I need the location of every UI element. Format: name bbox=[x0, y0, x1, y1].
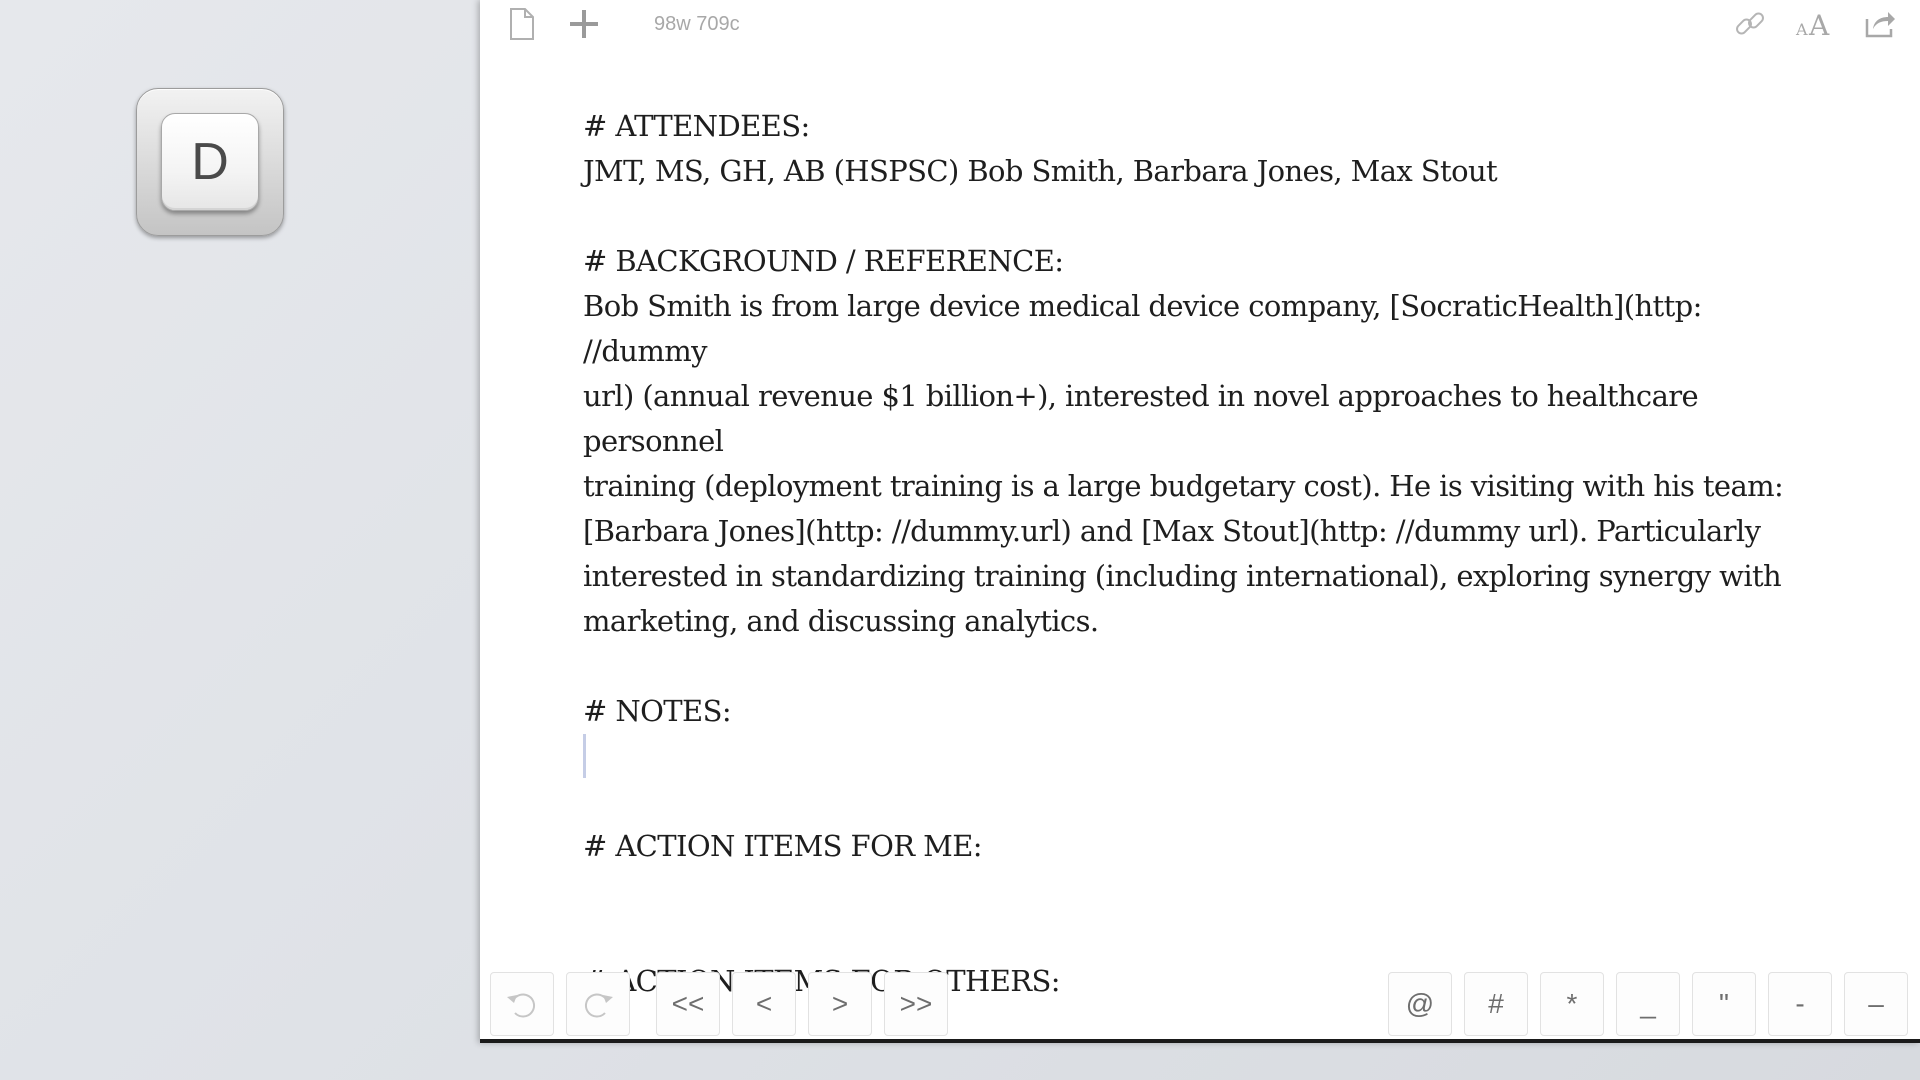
undo-button[interactable] bbox=[490, 972, 554, 1036]
background-line: Bob Smith is from large device medical d… bbox=[583, 289, 1702, 368]
background-line: [Barbara Jones](http: //dummy.url) and [… bbox=[583, 514, 1761, 548]
jump-end-button[interactable]: >> bbox=[884, 972, 948, 1036]
svg-text:A: A bbox=[1795, 20, 1808, 39]
desktop: D 98w 709c A A # ATTENDEES: JMT, MS, GH,… bbox=[0, 0, 1920, 1080]
action-items-me-heading: # ACTION ITEMS FOR ME: bbox=[583, 829, 983, 863]
underscore-symbol-button[interactable]: _ bbox=[1616, 972, 1680, 1036]
asterisk-symbol-button[interactable]: * bbox=[1540, 972, 1604, 1036]
text-size-icon[interactable]: A A bbox=[1794, 6, 1838, 42]
redo-icon bbox=[584, 993, 613, 1018]
quote-symbol-button[interactable]: " bbox=[1692, 972, 1756, 1036]
word-char-counter[interactable]: 98w 709c bbox=[654, 13, 740, 36]
editor-window: 98w 709c A A # ATTENDEES: JMT, MS, GH, A… bbox=[480, 0, 1920, 1043]
notes-heading: # NOTES: bbox=[583, 694, 732, 728]
top-toolbar: 98w 709c A A bbox=[480, 0, 1920, 48]
hyphen-symbol-button[interactable]: - bbox=[1768, 972, 1832, 1036]
document-icon[interactable] bbox=[504, 6, 540, 42]
share-icon[interactable] bbox=[1862, 6, 1898, 42]
undo-icon bbox=[507, 993, 536, 1018]
background-line: interested in standardizing training (in… bbox=[583, 559, 1782, 593]
app-icon-letter: D bbox=[161, 113, 259, 211]
background-line: training (deployment training is a large… bbox=[583, 469, 1784, 503]
background-heading: # BACKGROUND / REFERENCE: bbox=[583, 244, 1064, 278]
bottom-toolbar: << < > >> @ # * _ " - – bbox=[480, 968, 1920, 1038]
document-text[interactable]: # ATTENDEES: JMT, MS, GH, AB (HSPSC) Bob… bbox=[583, 104, 1813, 1004]
plus-icon[interactable] bbox=[566, 6, 602, 42]
redo-button[interactable] bbox=[566, 972, 630, 1036]
at-symbol-button[interactable]: @ bbox=[1388, 972, 1452, 1036]
attendees-heading: # ATTENDEES: bbox=[583, 109, 810, 143]
dash-symbol-button[interactable]: – bbox=[1844, 972, 1908, 1036]
hash-symbol-button[interactable]: # bbox=[1464, 972, 1528, 1036]
app-icon[interactable]: D bbox=[136, 88, 284, 236]
background-line: marketing, and discussing analytics. bbox=[583, 604, 1099, 638]
background-line: url) (annual revenue $1 billion+), inter… bbox=[583, 379, 1699, 458]
prev-button[interactable]: < bbox=[732, 972, 796, 1036]
svg-text:A: A bbox=[1808, 9, 1830, 39]
jump-start-button[interactable]: << bbox=[656, 972, 720, 1036]
attendees-line: JMT, MS, GH, AB (HSPSC) Bob Smith, Barba… bbox=[583, 154, 1498, 188]
text-cursor bbox=[583, 734, 586, 778]
link-icon[interactable] bbox=[1732, 6, 1768, 42]
next-button[interactable]: > bbox=[808, 972, 872, 1036]
